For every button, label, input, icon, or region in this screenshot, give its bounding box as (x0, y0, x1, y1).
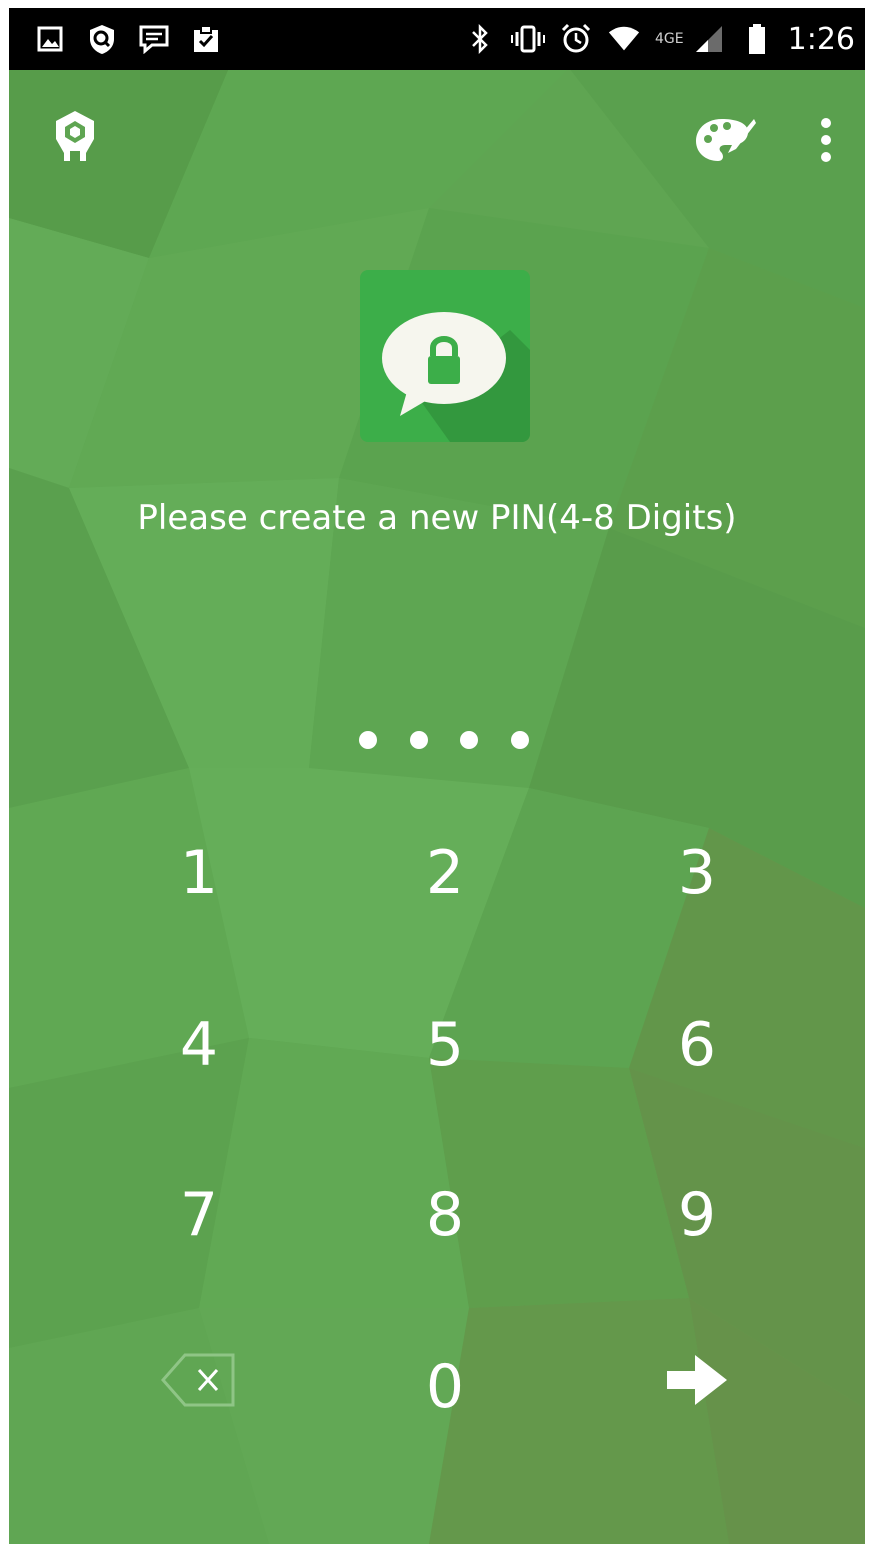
key-4[interactable]: 4 (99, 980, 299, 1110)
app-logo-icon[interactable] (49, 108, 101, 164)
bluetooth-icon (463, 22, 497, 56)
wifi-icon (607, 22, 641, 56)
battery-icon (740, 22, 774, 56)
palette-icon[interactable] (693, 114, 757, 164)
signal-icon (692, 22, 726, 56)
key-9[interactable]: 9 (597, 1150, 797, 1280)
shield-search-icon (85, 22, 119, 56)
key-6[interactable]: 6 (597, 980, 797, 1110)
status-clock: 1:26 (787, 21, 855, 57)
pin-dot (510, 731, 529, 749)
clipboard-check-icon (189, 22, 223, 56)
key-2[interactable]: 2 (345, 808, 545, 938)
key-8[interactable]: 8 (345, 1150, 545, 1280)
pin-dot (460, 731, 479, 749)
pin-dot (409, 731, 428, 749)
gallery-icon (33, 22, 67, 56)
key-5[interactable]: 5 (345, 980, 545, 1110)
pin-prompt: Please create a new PIN(4-8 Digits) (137, 498, 737, 538)
pin-dot (359, 731, 377, 749)
more-vert-icon[interactable] (811, 114, 841, 166)
key-3[interactable]: 3 (597, 808, 797, 938)
next-button[interactable] (597, 1322, 797, 1452)
pin-indicator (359, 728, 529, 752)
polygon-background (9, 8, 865, 1544)
key-0[interactable]: 0 (345, 1322, 545, 1452)
message-icon (137, 22, 171, 56)
arrow-right-icon (665, 1352, 729, 1422)
status-bar: 4GE 1:26 (9, 8, 865, 70)
vibrate-icon (511, 22, 546, 56)
network-type: 4GE (655, 31, 684, 47)
message-lock-icon (360, 270, 530, 442)
lock-screen: 4GE 1:26 Please create a new PIN(4-8 Dig… (9, 8, 865, 1544)
key-7[interactable]: 7 (99, 1150, 299, 1280)
toolbar (9, 70, 865, 190)
key-1[interactable]: 1 (99, 808, 299, 938)
backspace-icon (161, 1351, 237, 1424)
alarm-icon (559, 22, 593, 56)
backspace-button[interactable] (99, 1322, 299, 1452)
